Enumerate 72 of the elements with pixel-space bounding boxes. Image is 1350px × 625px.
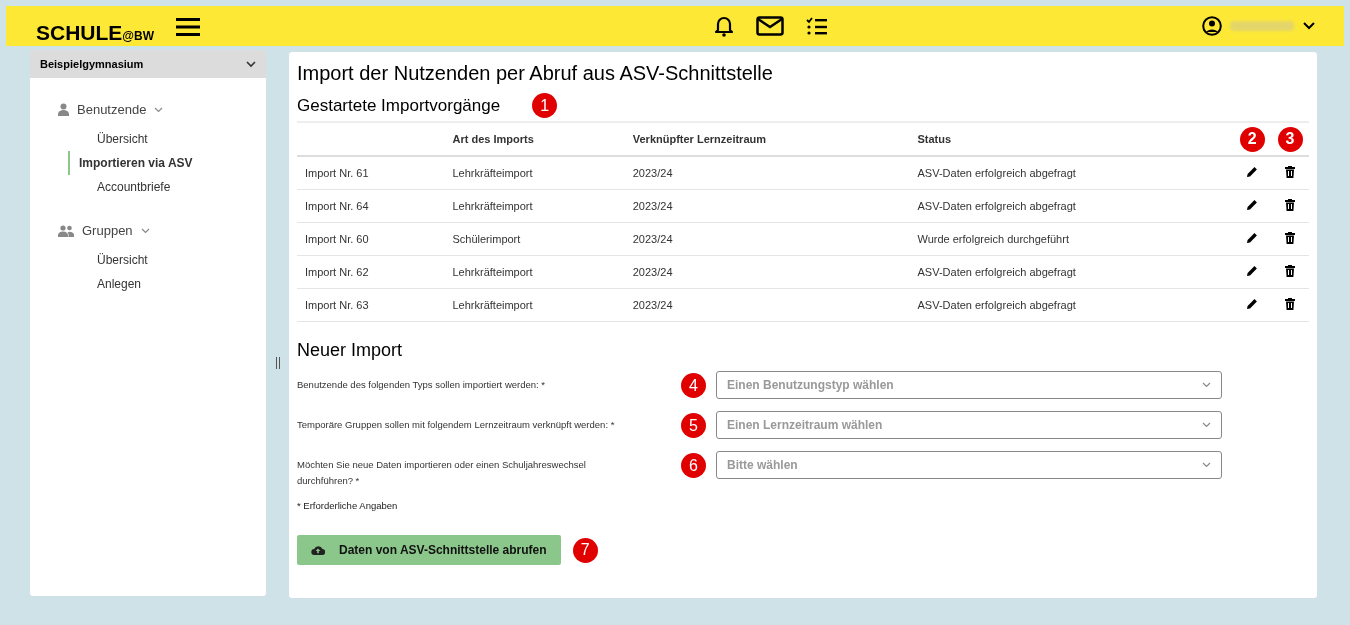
mail-icon[interactable] xyxy=(756,16,784,36)
section-title: Gestartete Importvorgänge xyxy=(297,95,501,116)
nav-section[interactable]: Benutzende xyxy=(77,102,147,117)
table-cell: 2023/24 xyxy=(624,222,910,256)
trash-icon[interactable] xyxy=(1285,166,1296,178)
logo[interactable]: SCHULE@BW xyxy=(36,21,155,45)
user-icon xyxy=(58,103,69,116)
table-cell: 2023/24 xyxy=(624,156,910,190)
table-cell: Lehrkräfteimport xyxy=(444,189,625,223)
trash-icon[interactable] xyxy=(1285,298,1296,310)
blurred-username xyxy=(1230,21,1294,31)
table-cell: Lehrkräfteimport xyxy=(444,156,625,190)
table-cell: 2023/24 xyxy=(624,189,910,223)
table-cell: Import Nr. 63 xyxy=(297,288,445,322)
field-label: Temporäre Gruppen sollen mit folgendem Lernzeitraum verknüpft werden: * xyxy=(297,418,616,432)
marker-badge: 6 xyxy=(681,453,706,478)
table-cell: Lehrkräfteimport xyxy=(444,255,625,289)
table-cell: Lehrkräfteimport xyxy=(444,288,625,322)
pencil-icon[interactable] xyxy=(1246,298,1259,310)
pencil-icon[interactable] xyxy=(1246,232,1259,244)
marker-badge: 7 xyxy=(572,537,598,563)
table-cell: Wurde erfolgreich durchgeführt xyxy=(909,222,1234,256)
checklist-icon[interactable] xyxy=(806,16,828,36)
nav-section[interactable]: Gruppen xyxy=(82,223,133,238)
trash-icon[interactable] xyxy=(1285,265,1296,277)
users-icon xyxy=(58,224,74,237)
marker-badge: 5 xyxy=(681,413,706,438)
marker-badge: 3 xyxy=(1277,126,1303,152)
section-title: Neuer Import xyxy=(297,340,404,361)
chevron-down-icon[interactable] xyxy=(1302,21,1316,31)
nav-item[interactable]: Übersicht xyxy=(77,248,266,272)
field-label: Möchten Sie neue Daten importieren oder einen Schuljahreswechsel durchführen? * xyxy=(297,458,587,488)
table-cell: ASV-Daten erfolgreich abgefragt xyxy=(909,189,1234,223)
table-cell: Import Nr. 61 xyxy=(297,156,445,190)
marker-badge: 2 xyxy=(1239,126,1265,152)
table-cell: Schülerimport xyxy=(444,222,625,256)
marker-badge: 4 xyxy=(681,373,706,398)
user-circle-icon[interactable] xyxy=(1202,16,1222,36)
trash-icon[interactable] xyxy=(1285,199,1296,211)
marker-badge: 1 xyxy=(532,93,558,118)
nav-item[interactable]: Accountbriefe xyxy=(77,175,266,199)
pencil-icon[interactable] xyxy=(1246,166,1259,178)
chevron-down-icon xyxy=(1202,422,1211,428)
fetch-button[interactable]: Daten von ASV-Schnittstelle abrufen xyxy=(297,535,561,566)
field-label: Benutzende des folgenden Typs sollen importiert werden: * xyxy=(297,378,547,392)
required-note: * Erforderliche Angaben xyxy=(297,500,399,512)
table-cell: ASV-Daten erfolgreich abgefragt xyxy=(909,288,1234,322)
table-cell: 2023/24 xyxy=(624,255,910,289)
column-header: Verknüpfter Lernzeitraum xyxy=(624,122,910,156)
chevron-down-icon xyxy=(1202,462,1211,468)
nav-item[interactable]: Importieren via ASV xyxy=(68,151,266,175)
table-cell: 2023/24 xyxy=(624,288,910,322)
nav-item[interactable]: Übersicht xyxy=(77,127,266,151)
column-header: Art des Imports xyxy=(444,122,625,156)
cloud-upload-icon xyxy=(311,545,325,556)
table-cell: ASV-Daten erfolgreich abgefragt xyxy=(909,255,1234,289)
table-cell: Import Nr. 64 xyxy=(297,189,445,223)
chevron-down-icon xyxy=(1202,382,1211,388)
trash-icon[interactable] xyxy=(1285,232,1296,244)
menu-icon[interactable] xyxy=(176,17,201,37)
chevron-down-icon xyxy=(246,60,256,68)
pencil-icon[interactable] xyxy=(1246,265,1259,277)
bell-icon[interactable] xyxy=(714,15,734,37)
pencil-icon[interactable] xyxy=(1246,199,1259,211)
resize-handle[interactable] xyxy=(276,357,280,369)
column-header: Status xyxy=(909,122,1234,156)
page-title: Import der Nutzenden per Abruf aus ASV-Schnittstelle xyxy=(297,62,774,85)
table-cell: Import Nr. 60 xyxy=(297,222,445,256)
school-selector[interactable]: Beispielgymnasium xyxy=(30,50,266,78)
table-cell: Import Nr. 62 xyxy=(297,255,445,289)
nav-item[interactable]: Anlegen xyxy=(77,272,266,296)
table-cell: ASV-Daten erfolgreich abgefragt xyxy=(909,156,1234,190)
